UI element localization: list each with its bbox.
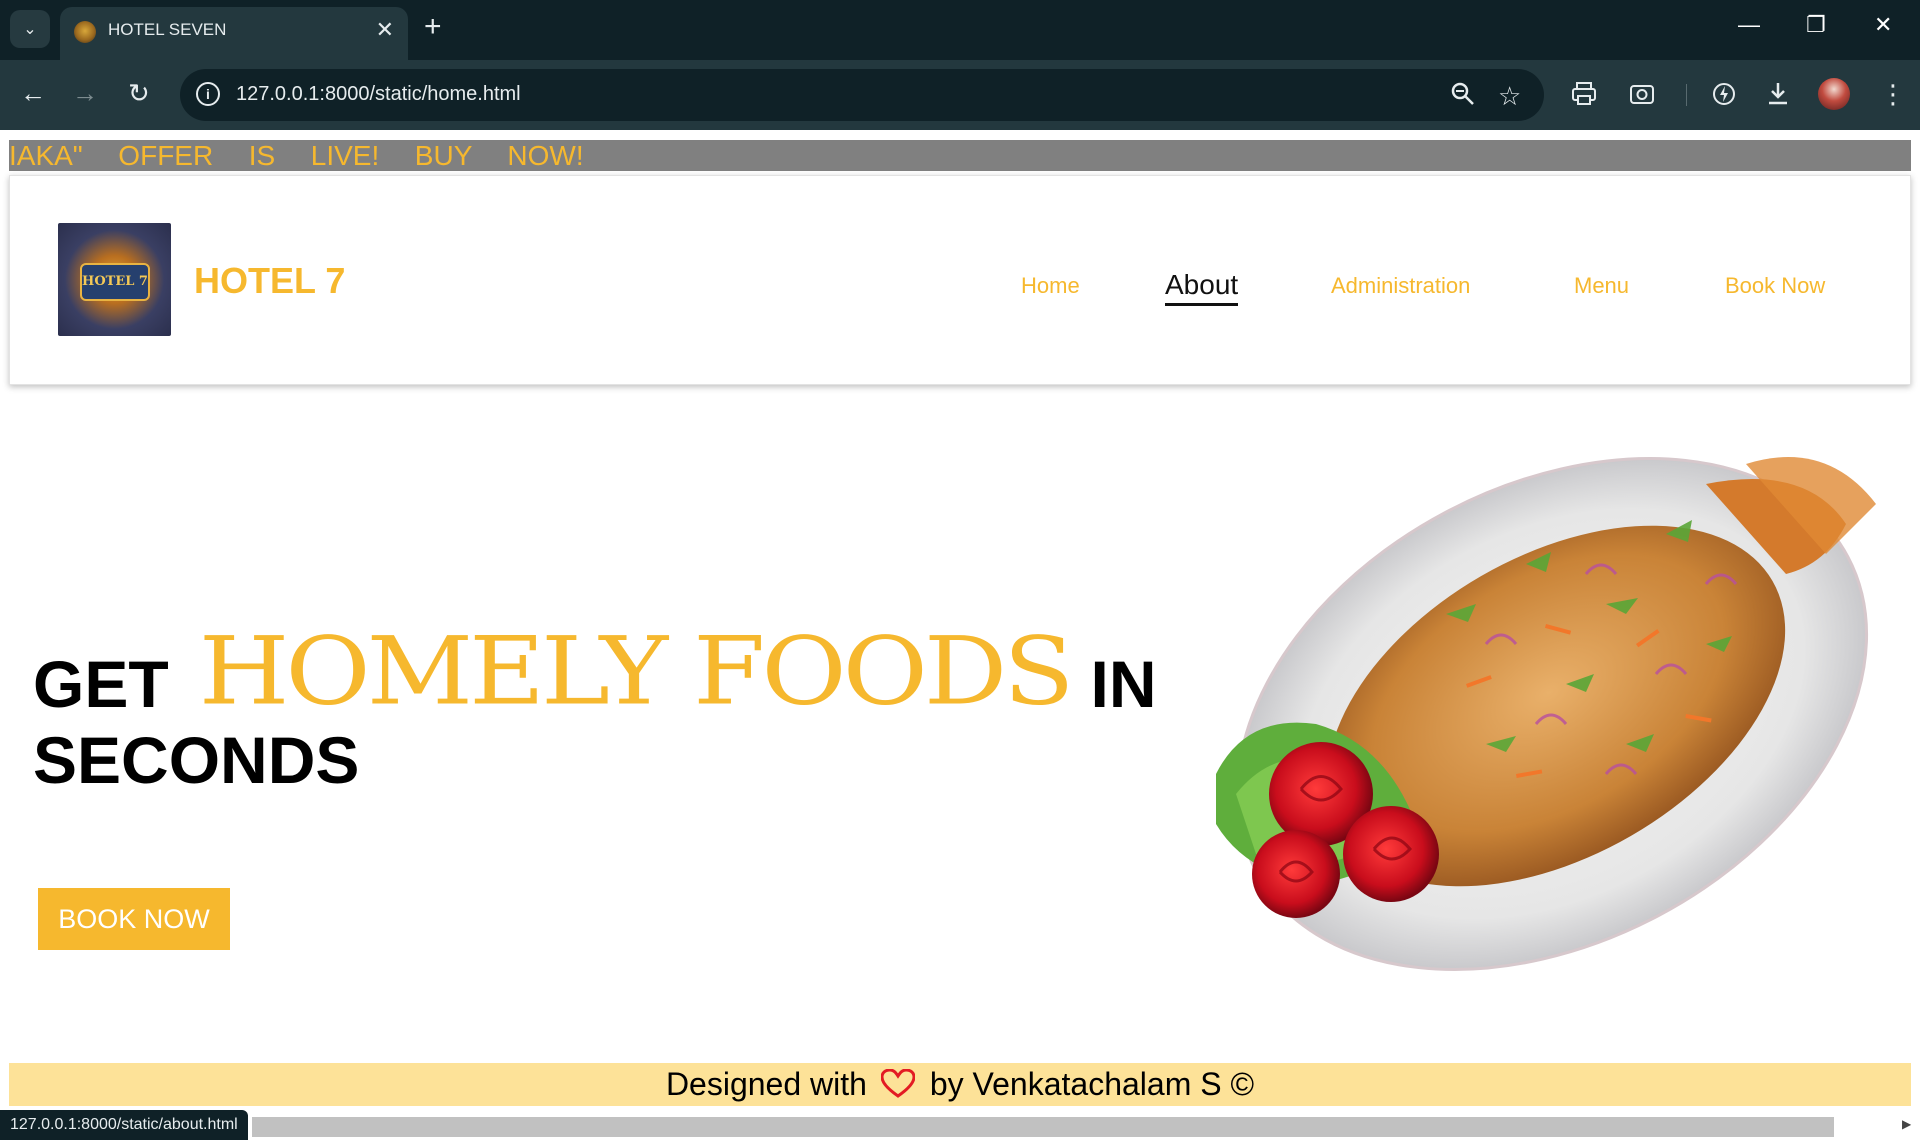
hotel-logo[interactable]: HOTEL 7 <box>58 223 171 336</box>
kebab-menu-icon[interactable]: ⋮ <box>1880 80 1906 108</box>
footer-suffix: by Venkatachalam S © <box>929 1066 1255 1102</box>
close-window-icon[interactable]: ✕ <box>1874 12 1892 38</box>
minimize-icon[interactable]: — <box>1738 12 1760 38</box>
offer-marquee: IAKA" OFFER IS LIVE! BUY NOW! <box>9 140 1911 171</box>
forward-arrow-icon[interactable]: → <box>72 78 98 108</box>
profile-avatar[interactable] <box>1818 78 1850 110</box>
restore-icon[interactable]: ❐ <box>1806 12 1826 38</box>
status-link-preview: 127.0.0.1:8000/static/about.html <box>0 1110 248 1140</box>
tab-close-icon[interactable]: ✕ <box>376 17 394 43</box>
tab-title: HOTEL SEVEN <box>108 20 227 39</box>
tab-favicon-icon <box>74 21 96 43</box>
scroll-right-icon[interactable]: ▶ <box>1902 1117 1911 1131</box>
nav-administration[interactable]: Administration <box>1331 273 1470 299</box>
browser-toolbar: ← → ↻ i 127.0.0.1:8000/static/home.html … <box>0 60 1920 130</box>
zoom-icon[interactable] <box>1450 81 1476 107</box>
site-header: HOTEL 7 HOTEL 7 Home About Administratio… <box>9 175 1911 385</box>
browser-tab[interactable]: HOTEL SEVEN ✕ <box>60 7 408 60</box>
screenshot-icon[interactable] <box>1628 80 1656 108</box>
logo-badge-text: HOTEL 7 <box>80 263 150 301</box>
dish-image <box>1216 457 1876 971</box>
print-icon[interactable] <box>1570 80 1598 108</box>
performance-icon[interactable] <box>1710 80 1738 108</box>
site-footer: Designed with by Venkatachalam S © <box>9 1063 1911 1106</box>
marquee-text: IAKA" OFFER IS LIVE! BUY NOW! <box>9 140 584 171</box>
hero-in: IN <box>1090 647 1157 721</box>
brand-name: HOTEL 7 <box>194 260 346 301</box>
reload-icon[interactable]: ↻ <box>128 78 150 108</box>
nav-about[interactable]: About <box>1165 269 1239 306</box>
new-tab-button[interactable]: + <box>424 12 442 42</box>
site-info-icon[interactable]: i <box>196 82 220 106</box>
hero-headline: GET HOMELY FOODS IN <box>33 610 1157 726</box>
address-url[interactable]: 127.0.0.1:8000/static/home.html <box>236 83 521 106</box>
tab-search-icon[interactable]: ⌄ <box>10 10 50 48</box>
heart-icon <box>881 1069 916 1098</box>
nav-home[interactable]: Home <box>1021 273 1080 299</box>
browser-tabbar: ⌄ HOTEL SEVEN ✕ + — ❐ ✕ <box>0 0 1920 60</box>
footer-prefix: Designed with <box>665 1066 867 1102</box>
back-arrow-icon[interactable]: ← <box>20 78 46 108</box>
download-icon[interactable] <box>1764 80 1792 108</box>
hero-get: GET <box>33 647 169 721</box>
nav-menu[interactable]: Menu <box>1574 273 1629 299</box>
horizontal-scrollbar[interactable] <box>252 1117 1834 1137</box>
hero-highlight: HOMELY FOODS <box>198 616 1075 726</box>
toolbar-separator <box>1686 84 1687 106</box>
nav-book-now[interactable]: Book Now <box>1725 273 1825 299</box>
book-now-button[interactable]: BOOK NOW <box>38 888 230 950</box>
hero-seconds: SECONDS <box>33 723 360 797</box>
address-bar[interactable]: i 127.0.0.1:8000/static/home.html ☆ <box>180 69 1544 121</box>
bookmark-star-icon[interactable]: ☆ <box>1498 81 1521 112</box>
